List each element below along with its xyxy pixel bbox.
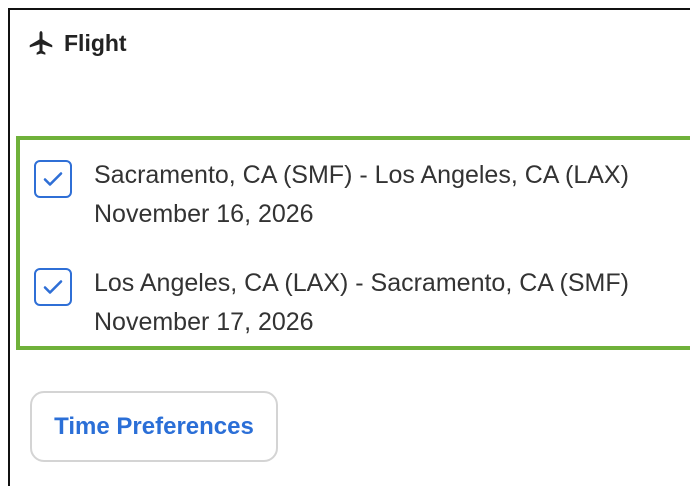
time-preferences-button[interactable]: Time Preferences	[30, 391, 278, 462]
flight-leg-row: Sacramento, CA (SMF) - Los Angeles, CA (…	[34, 156, 629, 234]
leg-route: Los Angeles, CA (LAX) - Sacramento, CA (…	[94, 269, 629, 297]
leg-date: November 17, 2026	[94, 308, 314, 336]
flight-leg-row: Los Angeles, CA (LAX) - Sacramento, CA (…	[34, 264, 629, 342]
checkmark-icon	[43, 280, 63, 294]
leg-route: Sacramento, CA (SMF) - Los Angeles, CA (…	[94, 161, 629, 189]
leg-checkbox[interactable]	[34, 268, 72, 306]
leg-details: Los Angeles, CA (LAX) - Sacramento, CA (…	[94, 264, 629, 342]
selected-legs-group: Sacramento, CA (SMF) - Los Angeles, CA (…	[16, 136, 690, 350]
airplane-icon	[29, 31, 53, 55]
leg-checkbox[interactable]	[34, 160, 72, 198]
section-header: Flight	[26, 28, 127, 58]
checkmark-icon	[43, 172, 63, 186]
leg-details: Sacramento, CA (SMF) - Los Angeles, CA (…	[94, 156, 629, 234]
section-title: Flight	[64, 29, 127, 56]
leg-date: November 16, 2026	[94, 200, 314, 228]
